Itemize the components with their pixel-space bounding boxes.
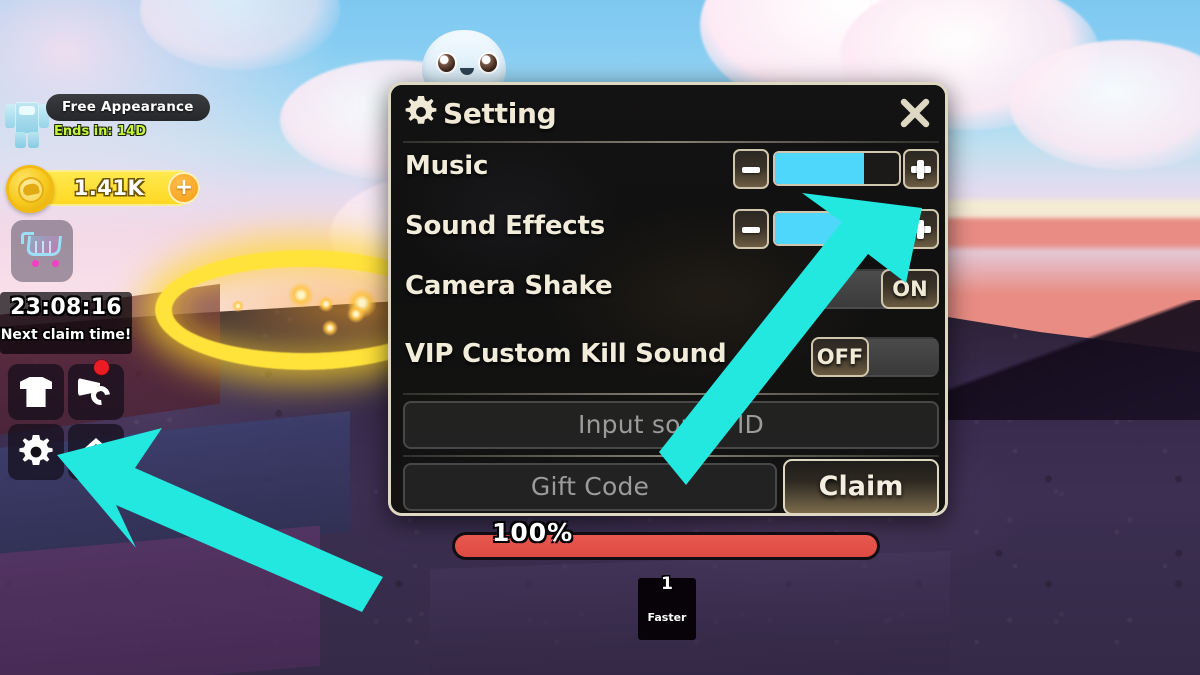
cart-body: [25, 236, 63, 256]
panel-header: Setting: [391, 85, 945, 141]
cart-wheel: [32, 260, 39, 267]
avatar-thumbnail-icon: [4, 94, 50, 150]
currency-amount: 1.41K: [73, 176, 145, 200]
cart-line: [35, 241, 37, 253]
coin-icon: [6, 165, 54, 213]
claim-timer-label: Next claim time!: [0, 327, 132, 343]
home-button[interactable]: [68, 424, 124, 480]
hotbar-slot-number: 1: [661, 574, 673, 594]
avatar-leg: [15, 132, 26, 148]
lava-distance-fog: [930, 248, 1200, 294]
setting-label: Camera Shake: [405, 271, 613, 301]
shirt-icon: [20, 377, 52, 407]
music-increase-button[interactable]: [903, 149, 939, 189]
settings-button[interactable]: [8, 424, 64, 480]
panel-title: Setting: [443, 97, 557, 130]
camera-shake-toggle[interactable]: ON: [811, 269, 939, 309]
setting-label: VIP Custom Kill Sound: [405, 339, 727, 369]
setting-row-music: Music: [391, 143, 945, 201]
avatar-arm: [5, 104, 15, 128]
hotbar-slot-label: Faster: [647, 611, 687, 624]
character-eye: [436, 52, 457, 74]
cart-line: [42, 241, 44, 253]
horn-icon: [78, 378, 114, 409]
add-currency-button[interactable]: +: [168, 172, 200, 204]
sparkle-icon: [288, 282, 314, 308]
free-appearance-banner[interactable]: Free Appearance Ends in: 14D: [2, 94, 210, 150]
setting-label: Sound Effects: [405, 211, 606, 241]
sparkle-icon: [322, 320, 338, 336]
notification-badge-icon: [94, 360, 109, 375]
sparkle-icon: [318, 296, 334, 312]
music-slider-fill: [775, 153, 865, 184]
music-decrease-button[interactable]: [733, 149, 769, 189]
shopping-cart-icon: [21, 232, 63, 267]
camera-shake-toggle-state: ON: [881, 269, 939, 309]
divider: [403, 393, 939, 395]
gear-icon: [19, 435, 53, 469]
claim-timer-value: 23:08:16: [10, 295, 122, 320]
sfx-slider-fill: [775, 213, 899, 244]
setting-row-sound-effects: Sound Effects: [391, 203, 945, 261]
music-volume-slider[interactable]: [773, 151, 901, 186]
gift-code-input[interactable]: Gift Code: [403, 463, 777, 511]
setting-label: Music: [405, 151, 489, 181]
free-appearance-label: Free Appearance: [46, 94, 210, 121]
sound-id-placeholder: Input sound ID: [578, 410, 764, 439]
avatar-leg: [28, 132, 39, 148]
progress-bar-label: 100%: [492, 518, 574, 547]
sparkle-icon: [232, 300, 244, 312]
sparkle-icon: [347, 305, 365, 323]
cart-wheel: [52, 260, 59, 267]
home-icon: [77, 436, 115, 468]
coin-glyph: [18, 177, 44, 203]
hotbar-slot[interactable]: 1 Faster: [638, 574, 696, 640]
gift-code-placeholder: Gift Code: [530, 472, 650, 501]
progress-bar: 100%: [452, 518, 880, 560]
sfx-decrease-button[interactable]: [733, 209, 769, 249]
shop-button[interactable]: [11, 220, 73, 282]
claim-button[interactable]: Claim: [783, 459, 939, 513]
game-screen: Free Appearance Ends in: 14D 1.41K + 23:…: [0, 0, 1200, 675]
currency-bar[interactable]: 1.41K +: [6, 165, 200, 213]
cart-line: [49, 241, 51, 253]
free-appearance-countdown: Ends in: 14D: [54, 124, 147, 139]
settings-panel: Setting Music Sound Effects Camera Shake…: [388, 82, 948, 516]
character-nose: [460, 68, 474, 75]
horn-button[interactable]: [68, 360, 124, 420]
setting-row-camera-shake: Camera Shake ON: [391, 263, 945, 321]
claim-button-label: Claim: [818, 471, 904, 502]
sfx-volume-stepper: [733, 209, 939, 249]
setting-row-vip-kill-sound: VIP Custom Kill Sound OFF: [391, 331, 945, 389]
sound-id-input[interactable]: Input sound ID: [403, 401, 939, 449]
shirt-button[interactable]: [8, 364, 64, 420]
close-icon[interactable]: [899, 97, 931, 129]
vip-kill-sound-toggle[interactable]: OFF: [811, 337, 939, 377]
sfx-increase-button[interactable]: [903, 209, 939, 249]
vip-kill-sound-toggle-state: OFF: [811, 337, 869, 377]
gear-icon: [405, 96, 437, 128]
sfx-volume-slider[interactable]: [773, 211, 901, 246]
avatar-bow: [19, 106, 35, 115]
music-volume-stepper: [733, 149, 939, 189]
divider: [403, 455, 939, 457]
character-eye: [478, 52, 499, 74]
claim-timer: 23:08:16 Next claim time!: [0, 292, 132, 354]
